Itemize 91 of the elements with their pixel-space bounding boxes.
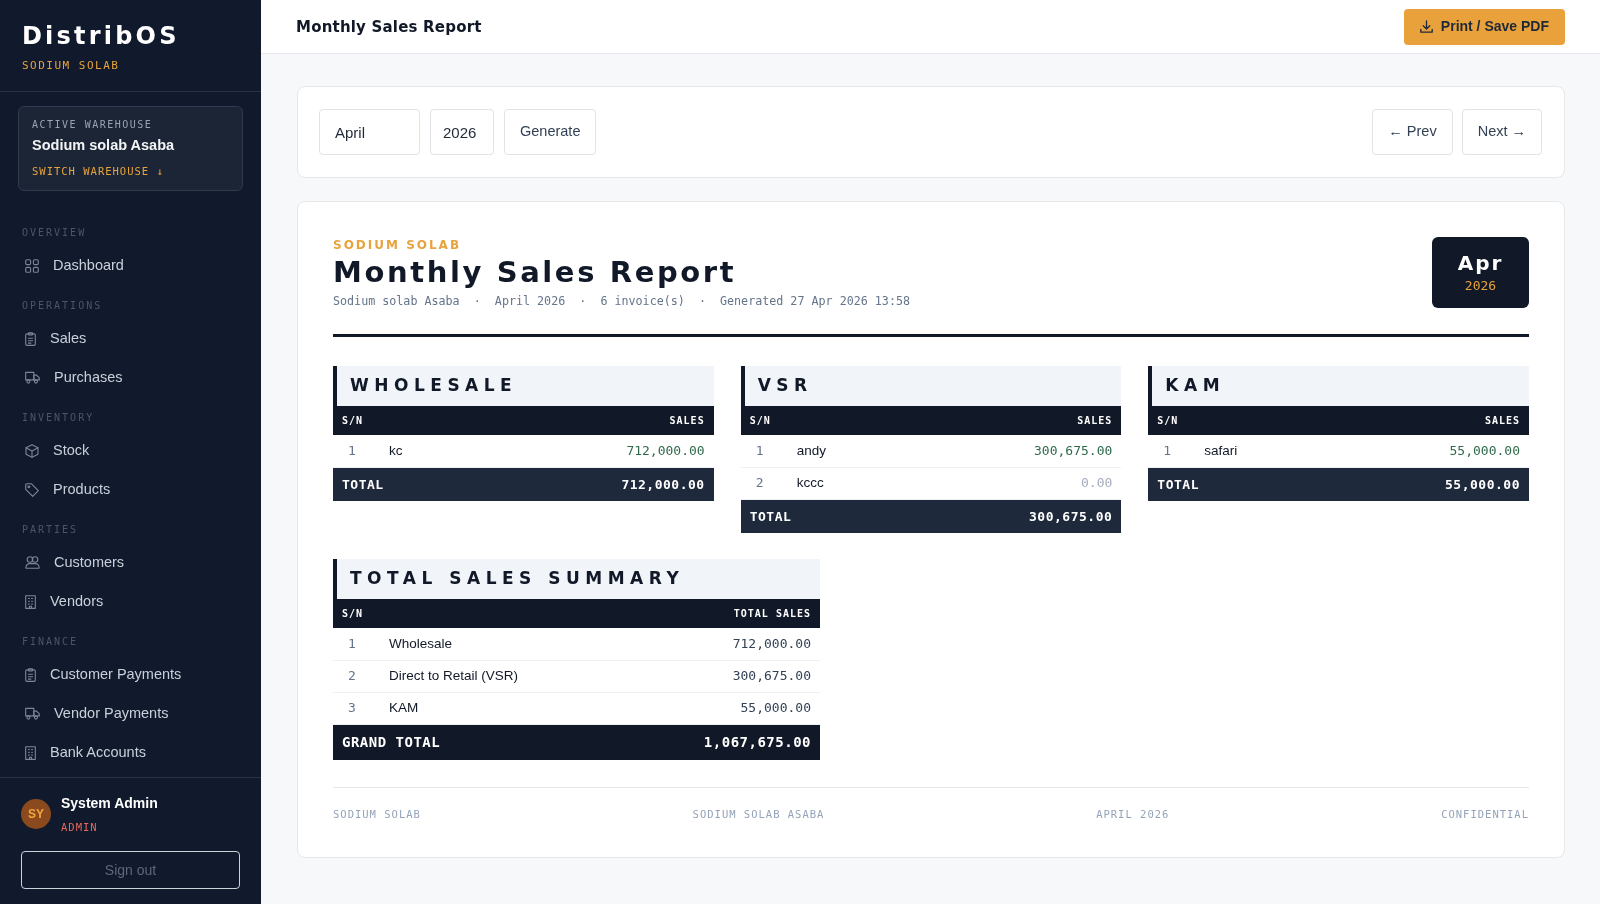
section-heading: VSR [740, 366, 1122, 406]
column-header: SALES [1313, 406, 1529, 435]
section-heading: WHOLESALE [333, 366, 714, 406]
column-header: S/N [1148, 406, 1196, 435]
nav-link[interactable]: Customers [0, 543, 261, 582]
badge-month: Apr [1457, 251, 1504, 275]
company-name: SODIUM SOLAB [22, 58, 120, 74]
nav-section-label: PARTIES [22, 523, 79, 537]
sales-amount: 300,675.00 [893, 435, 1122, 467]
row-number: 2 [740, 467, 788, 499]
page-title: Monthly Sales Report [296, 17, 482, 36]
nav-section-label: INVENTORY [22, 411, 95, 425]
column-header: S/N [740, 406, 788, 435]
user-role: ADMIN [61, 820, 98, 834]
sales-amount: 712,000.00 [617, 628, 820, 660]
column-header: S/N [333, 599, 380, 628]
generate-button[interactable]: Generate [504, 109, 597, 155]
nav-link[interactable]: Vendor Payments [0, 694, 261, 733]
channel-name: Direct to Retail (VSR) [380, 660, 618, 692]
nav-section-label: OPERATIONS [22, 299, 103, 313]
switch-warehouse-link[interactable]: SWITCH WAREHOUSE ↓ [32, 164, 164, 178]
download-icon [1419, 20, 1433, 33]
month-field[interactable]: April [319, 109, 420, 155]
footer-text: APRIL 2026 [1096, 807, 1170, 821]
total-label: TOTAL [333, 467, 460, 501]
building-icon [25, 745, 36, 760]
column-header: TOTAL SALES [617, 599, 820, 628]
channel-name: KAM [380, 692, 618, 724]
badge-year: 2026 [1464, 278, 1497, 294]
grand-total-amount: 1,067,675.00 [617, 724, 820, 760]
footer-text: SODIUM SOLAB [333, 807, 421, 821]
tag-icon [25, 482, 39, 497]
total-amount: 712,000.00 [459, 467, 714, 501]
truck-icon [25, 707, 40, 720]
user-avatar: SY [21, 799, 51, 829]
column-header: S/N [333, 406, 380, 435]
row-number: 1 [333, 628, 380, 660]
channel-name: Wholesale [380, 628, 618, 660]
report-company: SODIUM SOLAB [333, 237, 462, 253]
year-field[interactable]: 2026 [430, 109, 494, 155]
nav-section-label: OVERVIEW [22, 226, 87, 240]
truck-icon [25, 371, 40, 384]
section-heading: KAM [1148, 366, 1529, 406]
customer-name: safari [1195, 435, 1314, 467]
nav-section-label: FINANCE [22, 635, 79, 649]
sales-amount: 0.00 [893, 467, 1122, 499]
report-details: Sodium solab Asaba · April 2026 · 6 invoice(s) · Generated 27 Apr 2026 13:58 [333, 293, 910, 309]
print-button[interactable]: Print / Save PDF [1403, 8, 1565, 45]
nav-link[interactable]: Stock [0, 431, 261, 470]
footer-text: SODIUM SOLAB ASABA [692, 807, 825, 821]
row-number: 1 [333, 435, 380, 467]
grand-total-label: GRAND TOTAL [333, 724, 618, 760]
nav-link[interactable]: Customer Payments [0, 655, 261, 694]
customer-name: andy [787, 435, 894, 467]
panel-label: ACTIVE WAREHOUSE [32, 118, 153, 132]
row-number: 2 [333, 660, 380, 692]
row-number: 1 [740, 435, 788, 467]
total-amount: 300,675.00 [893, 499, 1122, 533]
total-amount: 55,000.00 [1313, 467, 1529, 501]
section-heading: TOTAL SALES SUMMARY [333, 559, 820, 599]
total-label: TOTAL [740, 499, 894, 533]
brand-logo: DistribOS [22, 22, 180, 50]
grid-icon [25, 258, 39, 273]
column-header: SALES [893, 406, 1122, 435]
customer-name: kc [380, 435, 460, 467]
row-number: 1 [1148, 435, 1196, 467]
sales-amount: 55,000.00 [617, 692, 820, 724]
report-title: Monthly Sales Report [333, 255, 737, 289]
next-button[interactable]: Next → [1461, 109, 1542, 155]
customer-name: kccc [787, 467, 894, 499]
clipboard-icon [25, 667, 36, 682]
sales-amount: 712,000.00 [459, 435, 714, 467]
cube-icon [25, 443, 39, 458]
nav-link[interactable]: Sales [0, 319, 261, 358]
nav-link[interactable]: Products [0, 470, 261, 509]
user-name: System Admin [61, 794, 158, 812]
footer-text: CONFIDENTIAL [1441, 807, 1529, 821]
building-icon [25, 594, 36, 609]
sales-amount: 300,675.00 [617, 660, 820, 692]
sales-amount: 55,000.00 [1313, 435, 1529, 467]
clipboard-icon [25, 331, 36, 346]
nav-link[interactable]: Bank Accounts [0, 733, 261, 772]
previous-button[interactable]: ← Prev [1372, 109, 1453, 155]
column-header: SALES [459, 406, 714, 435]
row-number: 3 [333, 692, 380, 724]
warehouse-name: Sodium solab Asaba [32, 136, 175, 155]
users-icon [25, 556, 40, 569]
nav-link[interactable]: Dashboard [0, 246, 261, 285]
nav-link[interactable]: Purchases [0, 358, 261, 397]
nav-link[interactable]: Vendors [0, 582, 261, 621]
total-label: TOTAL [1148, 467, 1314, 501]
